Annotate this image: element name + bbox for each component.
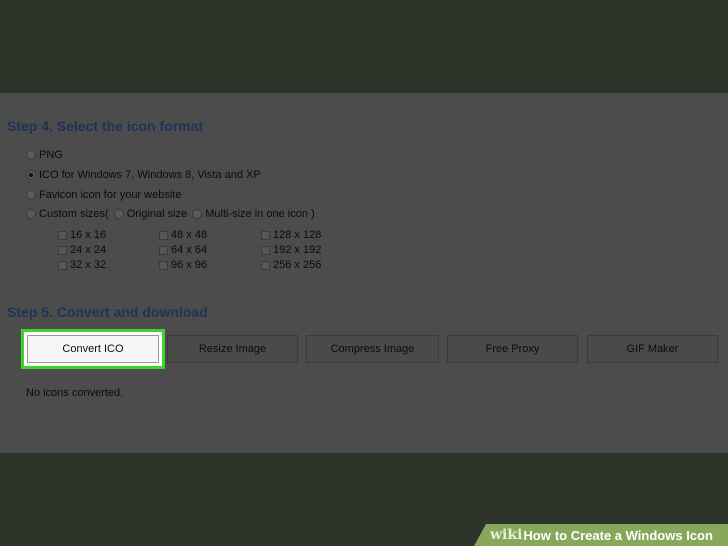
conversion-status: No icons converted. (26, 387, 124, 399)
size-label: 128 x 128 (273, 229, 322, 241)
option-custom-sizes[interactable]: Custom sizes( Original size Multi-size i… (26, 208, 315, 220)
size-checkbox[interactable] (159, 230, 168, 240)
free-proxy-button[interactable]: Free Proxy (447, 335, 578, 363)
size-checkbox[interactable] (261, 245, 270, 255)
option-label: Custom sizes( (39, 208, 109, 220)
size-checkbox[interactable] (58, 230, 67, 240)
size-48[interactable]: 48 x 48 (159, 229, 207, 241)
how-logo-text: How (523, 527, 551, 543)
size-32[interactable]: 32 x 32 (58, 259, 106, 271)
favicon-radio[interactable] (26, 190, 36, 200)
size-label: 48 x 48 (171, 229, 208, 241)
size-label: 32 x 32 (70, 259, 107, 271)
option-label: Original size (126, 208, 188, 220)
wiki-logo-text: wiki (490, 527, 523, 543)
option-label: Multi-size in one icon ) (205, 208, 315, 220)
resize-image-button[interactable]: Resize Image (167, 335, 298, 363)
size-label: 64 x 64 (171, 244, 208, 256)
size-96[interactable]: 96 x 96 (159, 259, 207, 271)
convert-ico-button[interactable]: Convert ICO (27, 335, 159, 363)
option-png[interactable]: PNG (26, 149, 63, 161)
option-label: PNG (39, 149, 63, 161)
size-128[interactable]: 128 x 128 (261, 229, 321, 241)
png-radio[interactable] (26, 150, 36, 160)
option-favicon[interactable]: Favicon icon for your website (26, 189, 181, 201)
size-checkbox[interactable] (261, 230, 270, 240)
option-multi-size[interactable]: Multi-size in one icon ) (192, 208, 315, 220)
size-label: 16 x 16 (70, 229, 107, 241)
original-size-radio[interactable] (113, 209, 124, 219)
step5-title: Step 5. Convert and download (7, 304, 208, 320)
size-label: 96 x 96 (171, 259, 208, 271)
size-256[interactable]: 256 x 256 (261, 259, 321, 271)
converter-panel: Step 4. Select the icon format PNG ICO f… (0, 93, 728, 453)
size-checkbox[interactable] (58, 260, 67, 270)
size-64[interactable]: 64 x 64 (159, 244, 207, 256)
step4-title: Step 4. Select the icon format (7, 118, 204, 134)
size-label: 24 x 24 (70, 244, 107, 256)
option-original-size[interactable]: Original size (113, 208, 188, 220)
banner-title: to Create a Windows Icon (554, 527, 713, 543)
multi-size-radio[interactable] (192, 209, 203, 219)
size-16[interactable]: 16 x 16 (58, 229, 106, 241)
compress-image-button[interactable]: Compress Image (306, 335, 439, 363)
option-label: Favicon icon for your website (39, 189, 182, 201)
option-ico[interactable]: ICO for Windows 7, Windows 8, Vista and … (26, 169, 261, 181)
option-label: ICO for Windows 7, Windows 8, Vista and … (39, 169, 261, 181)
size-label: 256 x 256 (273, 259, 322, 271)
size-label: 192 x 192 (273, 244, 322, 256)
size-checkbox[interactable] (261, 260, 270, 270)
size-192[interactable]: 192 x 192 (261, 244, 321, 256)
size-24[interactable]: 24 x 24 (58, 244, 106, 256)
size-checkbox[interactable] (159, 245, 168, 255)
ico-radio[interactable] (26, 170, 36, 180)
gif-maker-button[interactable]: GIF Maker (587, 335, 718, 363)
wikihow-banner: wiki How to Create a Windows Icon (474, 524, 728, 546)
custom-sizes-radio[interactable] (26, 209, 36, 219)
size-checkbox[interactable] (58, 245, 67, 255)
size-checkbox[interactable] (159, 260, 168, 270)
